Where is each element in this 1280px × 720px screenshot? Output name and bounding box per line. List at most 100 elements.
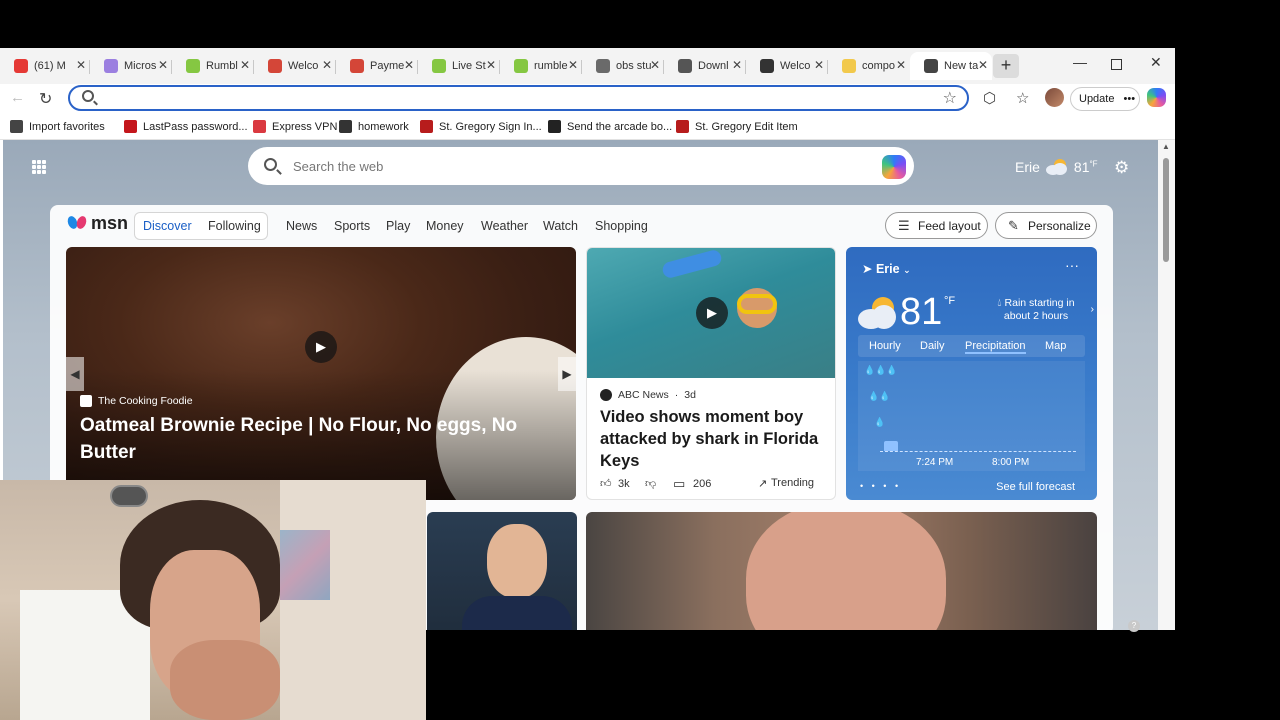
settings-gear-icon[interactable]: ⚙	[1114, 158, 1129, 178]
see-full-forecast-link[interactable]: See full forecast	[996, 481, 1075, 493]
tab-separator	[171, 60, 172, 74]
brownie-video-card[interactable]: ▶ ◀ ▶ The Cooking Foodie Oatmeal Brownie…	[66, 247, 576, 500]
play-icon[interactable]: ▶	[305, 331, 337, 363]
help-icon[interactable]: ?	[1128, 620, 1140, 632]
tab-close-icon[interactable]: ✕	[978, 58, 988, 72]
weather-widget[interactable]: Erie 81°F	[1015, 159, 1098, 175]
tab-hourly[interactable]: Hourly	[869, 340, 901, 352]
nav-following[interactable]: Following	[208, 219, 261, 233]
nav-shopping[interactable]: Shopping	[595, 219, 648, 233]
tab-separator	[663, 60, 664, 74]
scroll-up-icon[interactable]: ▲	[1162, 142, 1170, 151]
favorite-item[interactable]: Express VPN	[253, 120, 337, 133]
favorite-star-icon[interactable]: ☆	[943, 88, 957, 108]
tab-8[interactable]: Downl ✕	[664, 52, 746, 80]
tab-6[interactable]: rumble ✕	[500, 52, 582, 80]
tab-close-icon[interactable]: ✕	[76, 58, 86, 72]
refresh-icon[interactable]: ↻	[39, 89, 52, 109]
copilot-icon[interactable]	[1147, 88, 1166, 107]
expressvpn-icon	[253, 120, 266, 133]
rain-summary[interactable]: 💧︎ Rain starting in about 2 hours ›	[986, 297, 1094, 323]
favorite-item[interactable]: Import favorites	[10, 120, 105, 133]
favorite-item[interactable]: homework	[339, 120, 409, 133]
dislike-icon[interactable]: 👎︎	[645, 477, 656, 490]
play-icon[interactable]: ▶	[696, 297, 728, 329]
carousel-next-icon[interactable]: ▶	[558, 357, 576, 391]
shark-news-card[interactable]: ▶ ABC News · 3d Video shows moment boy att…	[586, 247, 836, 500]
carousel-prev-icon[interactable]: ◀	[66, 357, 84, 391]
tab-label: compo	[862, 60, 896, 72]
trader-news-card[interactable]	[427, 512, 577, 630]
tab-close-icon[interactable]: ✕	[732, 58, 742, 72]
shark-title[interactable]: Video shows moment boy attacked by shark…	[600, 406, 828, 472]
man-news-card[interactable]	[586, 512, 1097, 630]
tab-close-icon[interactable]: ✕	[240, 58, 250, 72]
brownie-title[interactable]: Oatmeal Brownie Recipe | No Flour, No eg…	[80, 412, 550, 466]
tab-7[interactable]: obs stu ✕	[582, 52, 664, 80]
nav-money[interactable]: Money	[426, 219, 464, 233]
favorite-item[interactable]: St. Gregory Edit Item	[676, 120, 798, 133]
favorites-icon[interactable]: ☆	[1016, 89, 1029, 107]
address-input[interactable]	[102, 89, 922, 107]
sliders-icon: ☰	[898, 218, 910, 233]
chevron-right-icon: ›	[1090, 303, 1095, 315]
tab-9[interactable]: Welco ✕	[746, 52, 828, 80]
tab-close-icon[interactable]: ✕	[568, 58, 578, 72]
address-bar[interactable]: ☆	[68, 85, 969, 111]
comment-icon[interactable]: ▭	[673, 476, 685, 492]
nav-play[interactable]: Play	[386, 219, 410, 233]
extensions-icon[interactable]: ⬡	[983, 89, 996, 107]
personalize-button[interactable]: ✎ Personalize	[995, 212, 1097, 239]
tab-4[interactable]: Payme ✕	[336, 52, 418, 80]
weather-card-location[interactable]: ➤ Erie ⌄	[862, 261, 911, 276]
abc-news-logo-icon	[600, 389, 612, 401]
copilot-icon[interactable]	[882, 155, 906, 179]
tab-label: obs stu	[616, 60, 652, 72]
favorite-item[interactable]: Send the arcade bo...	[548, 120, 672, 133]
like-icon[interactable]: 👍︎	[600, 477, 612, 490]
tab-10[interactable]: compo ✕	[828, 52, 910, 80]
nav-news[interactable]: News	[286, 219, 317, 233]
tab-close-icon[interactable]: ✕	[486, 58, 496, 72]
update-button[interactable]: Update •••	[1070, 87, 1140, 111]
close-window-icon[interactable]: ✕	[1150, 54, 1162, 71]
back-icon[interactable]: ←	[10, 89, 25, 106]
tab-daily[interactable]: Daily	[920, 340, 944, 352]
tab-close-icon[interactable]: ✕	[814, 58, 824, 72]
tab-3[interactable]: Welco ✕	[254, 52, 336, 80]
maximize-icon[interactable]	[1111, 59, 1122, 70]
feed-layout-button[interactable]: ☰ Feed layout	[885, 212, 988, 239]
favorite-item[interactable]: LastPass password...	[124, 120, 248, 133]
tab-separator	[417, 60, 418, 74]
minimize-icon[interactable]: —	[1073, 54, 1087, 70]
wall-clock-image	[110, 485, 148, 507]
tab-11[interactable]: New ta ✕	[910, 52, 992, 80]
tab-close-icon[interactable]: ✕	[404, 58, 414, 72]
weather-card[interactable]: ➤ Erie ⌄ ··· 81 °F 💧︎ Rain starting in a…	[846, 247, 1097, 500]
nav-watch[interactable]: Watch	[543, 219, 578, 233]
tab-0[interactable]: (61) M ✕	[0, 52, 90, 80]
more-options-icon[interactable]: ···	[1065, 257, 1079, 273]
scrollbar-thumb[interactable]	[1163, 158, 1169, 262]
tab-close-icon[interactable]: ✕	[158, 58, 168, 72]
profile-avatar[interactable]	[1045, 88, 1064, 107]
web-search-input[interactable]	[293, 156, 853, 176]
tab-map[interactable]: Map	[1045, 340, 1066, 352]
pagination-dots[interactable]: • • • •	[860, 481, 901, 491]
new-tab-button[interactable]: +	[993, 54, 1019, 78]
nav-discover[interactable]: Discover	[143, 219, 192, 233]
partly-cloudy-icon	[858, 297, 898, 329]
tab-close-icon[interactable]: ✕	[650, 58, 660, 72]
apps-grid-icon[interactable]	[32, 160, 46, 174]
nav-sports[interactable]: Sports	[334, 219, 370, 233]
tab-close-icon[interactable]: ✕	[322, 58, 332, 72]
favorite-item[interactable]: St. Gregory Sign In...	[420, 120, 542, 133]
tab-close-icon[interactable]: ✕	[896, 58, 906, 72]
tab-5[interactable]: Live St ✕	[418, 52, 500, 80]
tab-precipitation[interactable]: Precipitation	[965, 340, 1026, 354]
nav-weather[interactable]: Weather	[481, 219, 528, 233]
tab-1[interactable]: Micros ✕	[90, 52, 172, 80]
tab-2[interactable]: Rumbl ✕	[172, 52, 254, 80]
page-scrollbar[interactable]: ▲	[1158, 140, 1175, 630]
web-search-box[interactable]	[248, 147, 914, 185]
